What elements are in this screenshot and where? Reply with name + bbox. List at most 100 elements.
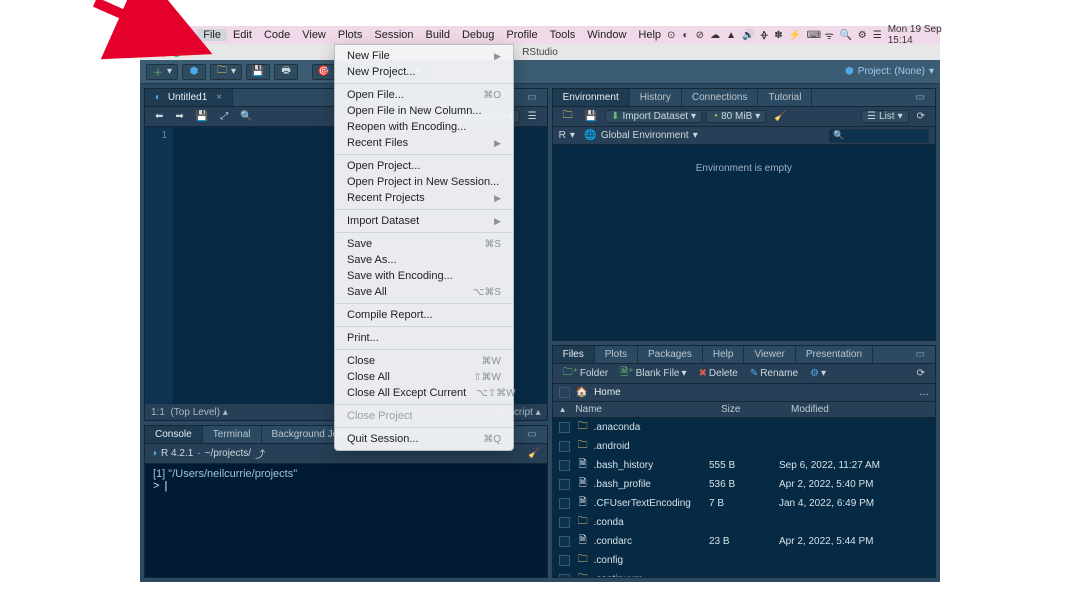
menu-item[interactable]: Save with Encoding... — [335, 268, 513, 284]
mac-clock[interactable]: Mon 19 Sep 15:14 — [888, 24, 944, 46]
menu-edit[interactable]: Edit — [227, 29, 258, 41]
tab-viewer[interactable]: Viewer — [744, 346, 795, 363]
clear-console-icon[interactable]: 🧹 — [528, 448, 540, 459]
tab-connections[interactable]: Connections — [682, 89, 759, 106]
editor-tab[interactable]: ◐ Untitled1 × — [145, 89, 233, 106]
menu-view[interactable]: View — [296, 29, 332, 41]
env-scope[interactable]: Global Environment — [601, 130, 689, 141]
menu-item[interactable]: Open File...⌘O — [335, 87, 513, 103]
save-workspace-button[interactable]: 💾 — [581, 111, 601, 122]
tab-terminal[interactable]: Terminal — [203, 426, 262, 443]
file-row[interactable]: 🗎.bash_history555 BSep 6, 2022, 11:27 AM — [553, 456, 935, 475]
project-selector[interactable]: ⬢ Project: (None) ▾ — [845, 66, 934, 77]
row-checkbox[interactable] — [559, 536, 570, 547]
menu-icon[interactable]: ☰ — [873, 30, 882, 41]
file-row[interactable]: 🗎.bash_profile536 BApr 2, 2022, 5:40 PM — [553, 475, 935, 494]
row-checkbox[interactable] — [559, 441, 570, 452]
close-tab-icon[interactable]: × — [216, 92, 222, 103]
status-icon[interactable]: ⌨ — [807, 30, 819, 41]
tab-history[interactable]: History — [630, 89, 682, 106]
home-icon[interactable]: 🏠 — [576, 387, 588, 398]
menu-item[interactable]: Save⌘S — [335, 236, 513, 252]
menu-item[interactable]: Quit Session...⌘Q — [335, 431, 513, 447]
tab-tutorial[interactable]: Tutorial — [758, 89, 812, 106]
menu-debug[interactable]: Debug — [456, 29, 500, 41]
menu-item[interactable]: New Project... — [335, 64, 513, 80]
menu-item[interactable]: Open Project in New Session... — [335, 174, 513, 190]
clear-env-button[interactable]: 🧹 — [770, 111, 790, 122]
import-dataset-button[interactable]: ⬇Import Dataset ▾ — [605, 110, 702, 123]
tab-presentation[interactable]: Presentation — [796, 346, 873, 363]
menu-item[interactable]: Open File in New Column... — [335, 103, 513, 119]
status-icon[interactable]: ☁ — [710, 30, 720, 41]
breadcrumb[interactable]: Home — [594, 387, 621, 398]
view-mode-button[interactable]: ☰ List ▾ — [861, 110, 909, 123]
status-icon[interactable]: ᚖ — [760, 30, 768, 41]
menu-item[interactable]: Print... — [335, 330, 513, 346]
file-row[interactable]: 🗎.condarc23 BApr 2, 2022, 5:44 PM — [553, 532, 935, 551]
console-output[interactable]: [1] "/Users/neilcurrie/projects" > — [145, 464, 547, 577]
forward-button[interactable]: ➡ — [171, 111, 187, 122]
tab-console[interactable]: Console — [145, 426, 203, 443]
row-checkbox[interactable] — [559, 479, 570, 490]
menu-item[interactable]: Reopen with Encoding... — [335, 119, 513, 135]
wifi-icon[interactable]: ᯤ — [825, 28, 834, 42]
file-row[interactable]: 🗀.android — [553, 437, 935, 456]
outline-button[interactable]: ☰ — [524, 111, 541, 122]
collapse-icon[interactable]: ▭ — [517, 426, 546, 443]
collapse-icon[interactable]: ▭ — [906, 346, 935, 363]
new-file-button[interactable]: ＋▾ — [146, 64, 178, 80]
new-folder-button[interactable]: 🗀⁺Folder — [559, 365, 613, 382]
menu-item[interactable]: Close⌘W — [335, 353, 513, 369]
find-button[interactable]: 🔍 — [236, 111, 256, 122]
menu-item[interactable]: Compile Report... — [335, 307, 513, 323]
refresh-files-button[interactable]: ⟳ — [913, 368, 929, 379]
select-all-checkbox[interactable] — [559, 387, 570, 398]
save-button[interactable]: 💾 — [192, 111, 212, 122]
file-row[interactable]: 🗀.continuum — [553, 570, 935, 577]
menu-window[interactable]: Window — [581, 29, 632, 41]
row-checkbox[interactable] — [559, 574, 570, 577]
tab-packages[interactable]: Packages — [638, 346, 703, 363]
status-icon[interactable]: ⊙ — [667, 30, 675, 41]
popout-icon[interactable]: ⤴ — [255, 446, 265, 461]
menu-item[interactable]: Save As... — [335, 252, 513, 268]
more-path-button[interactable]: … — [919, 387, 929, 398]
file-row[interactable]: 🗀.config — [553, 551, 935, 570]
row-checkbox[interactable] — [559, 422, 570, 433]
file-row[interactable]: 🗀.conda — [553, 513, 935, 532]
console-cwd[interactable]: ~/projects/ — [205, 448, 251, 459]
file-row[interactable]: 🗀.anaconda — [553, 418, 935, 437]
status-icon[interactable]: ▲ — [726, 30, 736, 41]
menu-item[interactable]: New File▶ — [335, 48, 513, 64]
tab-files[interactable]: Files — [553, 346, 595, 363]
env-search-input[interactable]: 🔍 — [829, 129, 929, 143]
tab-environment[interactable]: Environment — [553, 89, 630, 106]
delete-button[interactable]: ✖Delete — [695, 368, 742, 379]
menu-session[interactable]: Session — [368, 29, 419, 41]
save-all-button[interactable]: 💾 — [246, 64, 270, 80]
menu-item[interactable]: Save All⌥⌘S — [335, 284, 513, 300]
menu-help[interactable]: Help — [632, 29, 667, 41]
refresh-env-button[interactable]: ⟳ — [913, 111, 929, 122]
new-blank-file-button[interactable]: 🗎⁺Blank File ▾ — [616, 365, 690, 382]
new-project-button[interactable]: ⬢ — [182, 64, 206, 80]
load-workspace-button[interactable]: 🗀 — [559, 108, 577, 125]
menu-build[interactable]: Build — [420, 29, 456, 41]
row-checkbox[interactable] — [559, 498, 570, 509]
menu-item[interactable]: Recent Files▶ — [335, 135, 513, 151]
print-button[interactable]: 🖶 — [274, 64, 298, 80]
menu-code[interactable]: Code — [258, 29, 296, 41]
row-checkbox[interactable] — [559, 555, 570, 566]
goto-button[interactable]: 🎯 — [312, 64, 336, 80]
menu-item[interactable]: Close All Except Current⌥⇧⌘W — [335, 385, 513, 401]
menu-item[interactable]: Import Dataset▶ — [335, 213, 513, 229]
show-in-new-button[interactable]: ⤢ — [216, 111, 232, 122]
back-button[interactable]: ⬅ — [151, 111, 167, 122]
file-row[interactable]: 🗎.CFUserTextEncoding7 BJan 4, 2022, 6:49… — [553, 494, 935, 513]
status-icon[interactable]: ✽ — [774, 30, 782, 41]
open-file-button[interactable]: 🗀▾ — [210, 64, 242, 80]
search-icon[interactable]: 🔍 — [840, 30, 852, 41]
collapse-icon[interactable]: ▭ — [517, 89, 546, 106]
tab-plots[interactable]: Plots — [595, 346, 638, 363]
